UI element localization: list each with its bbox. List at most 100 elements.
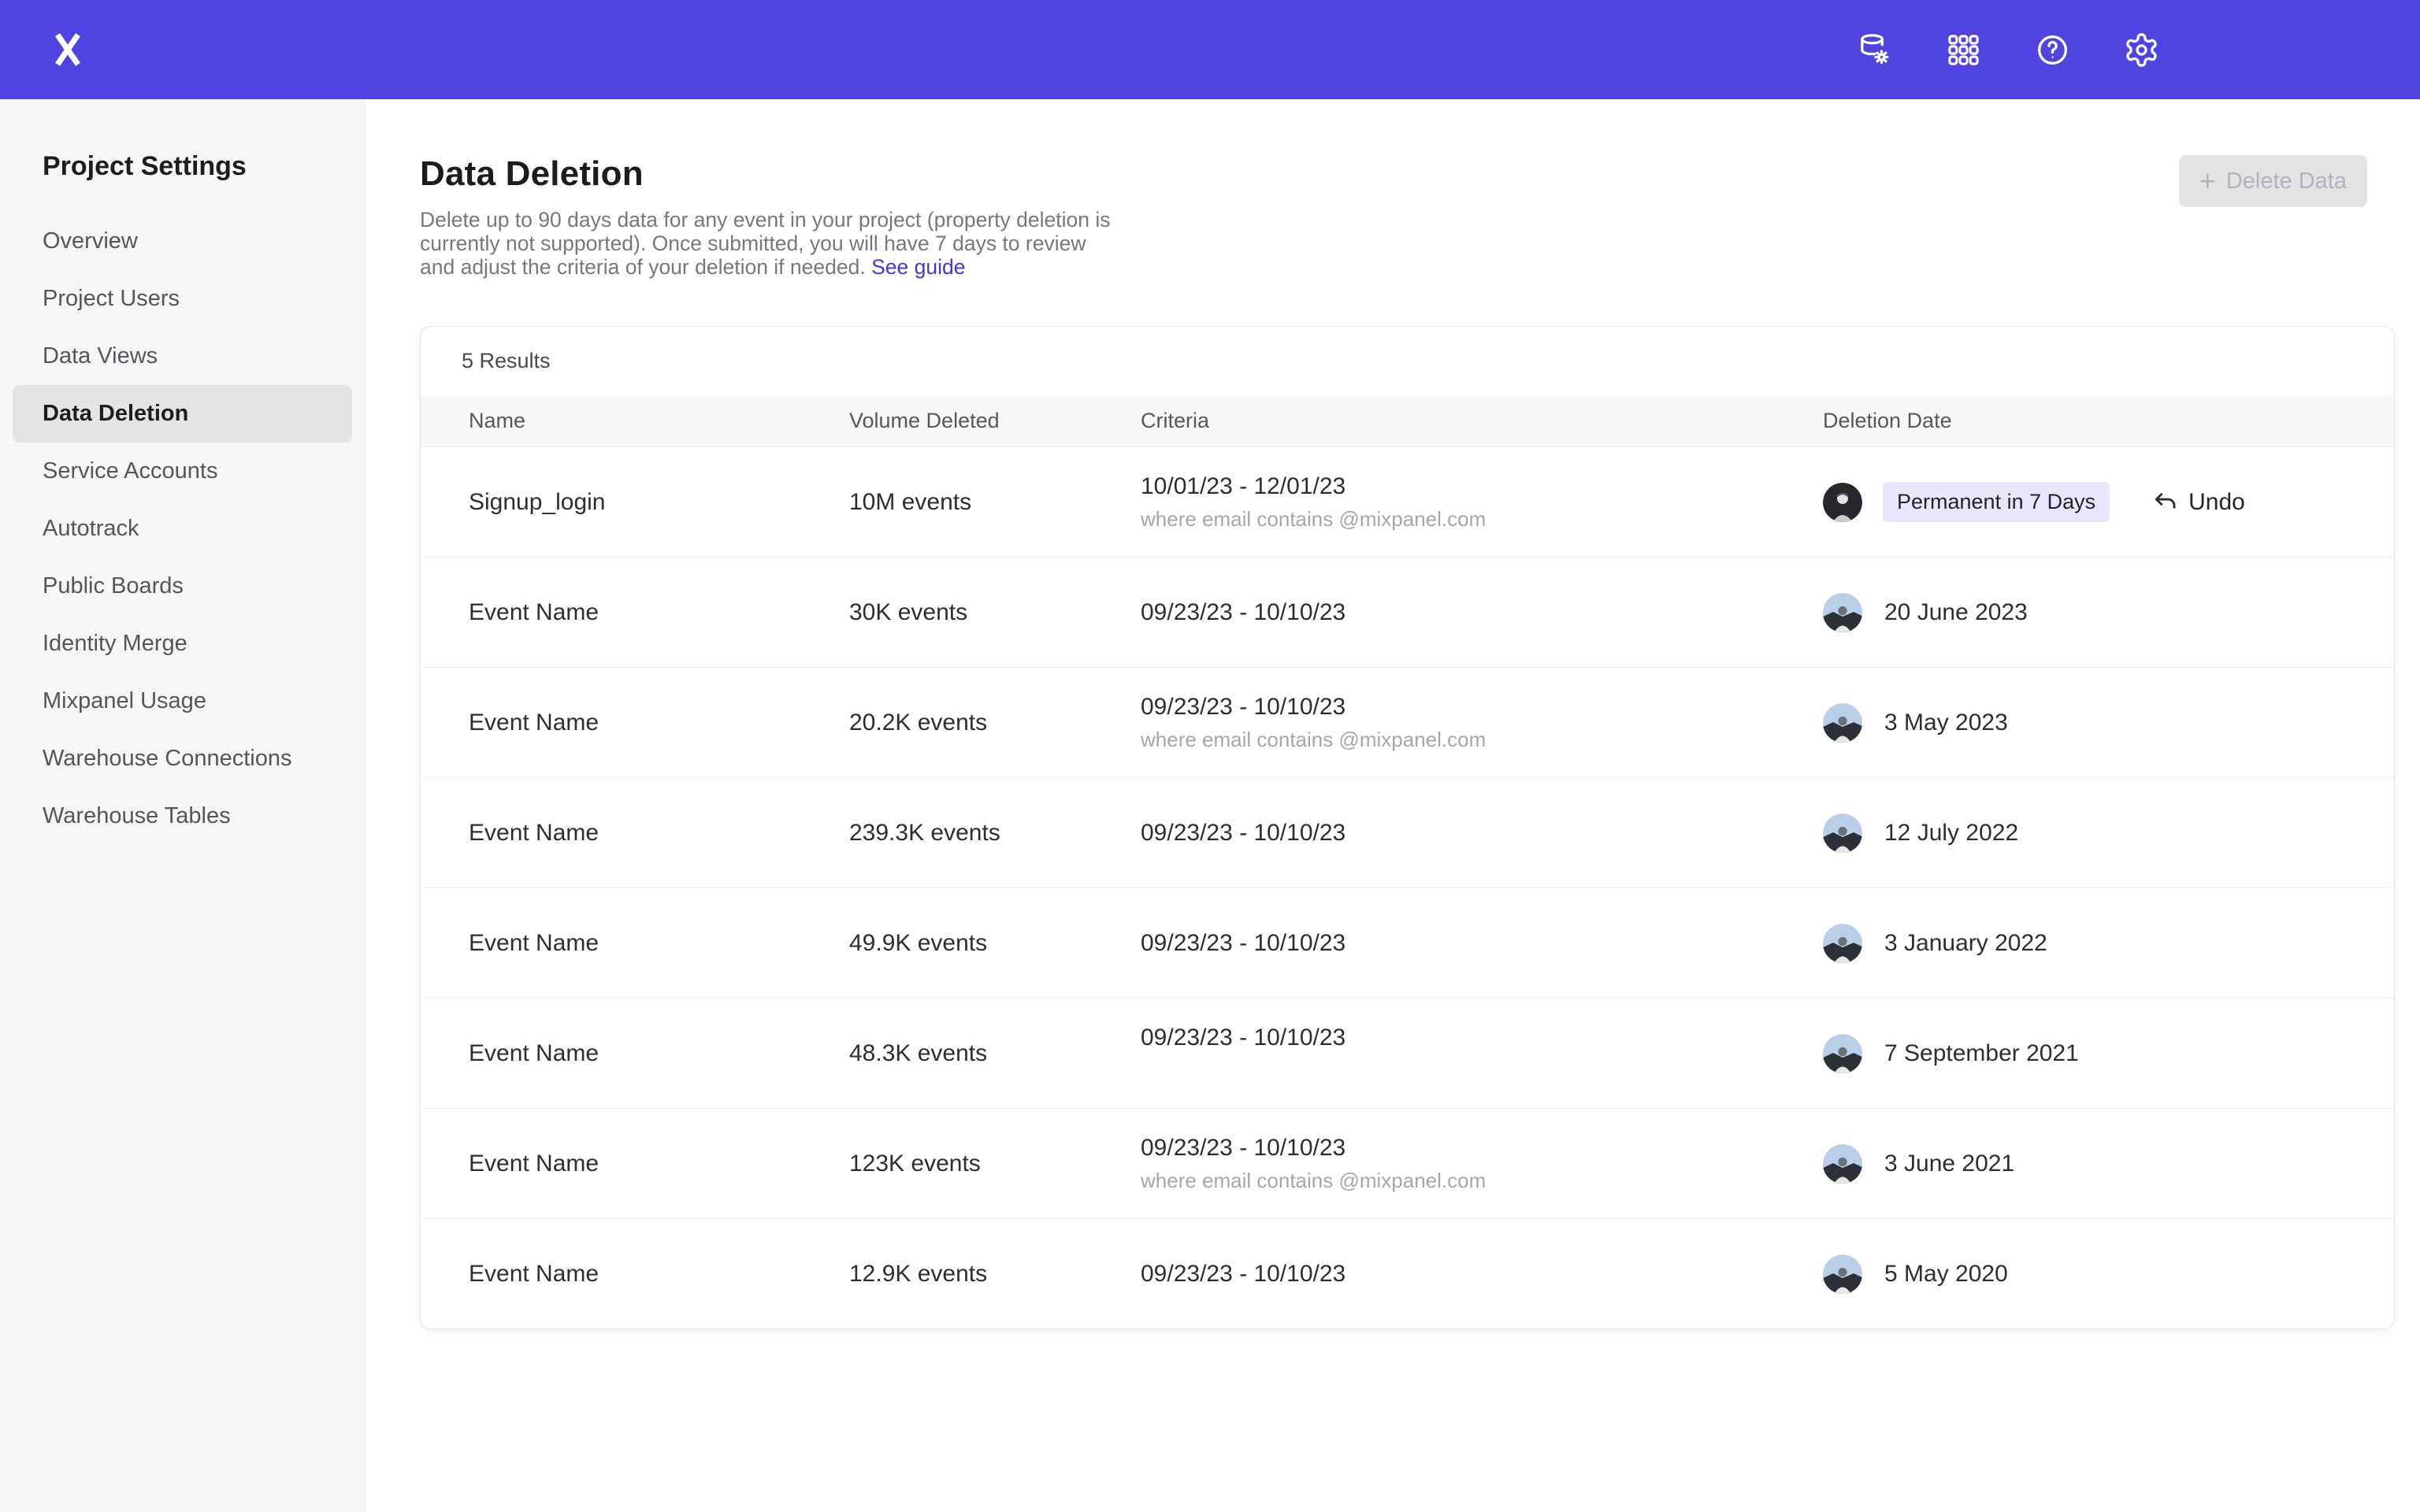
table-row: Event Name 30K events 09/23/23 - 10/10/2… bbox=[421, 557, 2394, 667]
deletion-date-cell: 7 September 2021 bbox=[1823, 1034, 2394, 1073]
table-row: Event Name 12.9K events 09/23/23 - 10/10… bbox=[421, 1218, 2394, 1329]
mixpanel-logo[interactable] bbox=[49, 29, 87, 70]
user-avatar bbox=[1823, 924, 1862, 963]
project-settings-sidebar: Project Settings Overview Project Users … bbox=[0, 99, 366, 1512]
delete-data-label: Delete Data bbox=[2226, 169, 2347, 195]
column-header-criteria: Criteria bbox=[1141, 409, 1823, 433]
criteria-date-range: 09/23/23 - 10/10/23 bbox=[1141, 820, 1823, 847]
criteria-cell: 09/23/23 - 10/10/23 bbox=[1141, 1025, 1823, 1082]
sidebar-item-data-deletion[interactable]: Data Deletion bbox=[13, 385, 352, 443]
apps-grid-icon[interactable] bbox=[1945, 32, 1982, 69]
event-name: Event Name bbox=[469, 1261, 599, 1287]
sidebar-item-label: Service Accounts bbox=[43, 458, 217, 484]
criteria-date-range: 09/23/23 - 10/10/23 bbox=[1141, 694, 1823, 721]
sidebar-item-label: Autotrack bbox=[43, 516, 139, 542]
permanence-badge: Permanent in 7 Days bbox=[1883, 482, 2110, 522]
table-row: Event Name 20.2K events 09/23/23 - 10/10… bbox=[421, 667, 2394, 777]
volume-deleted: 123K events bbox=[849, 1151, 981, 1177]
name-cell: Event Name bbox=[469, 820, 849, 847]
sidebar-item-public-boards[interactable]: Public Boards bbox=[13, 558, 352, 615]
deletion-date-text: 3 January 2022 bbox=[1884, 930, 2047, 957]
sidebar-item-label: Public Boards bbox=[43, 573, 184, 599]
sidebar-item-service-accounts[interactable]: Service Accounts bbox=[13, 443, 352, 500]
sidebar-item-label: Mixpanel Usage bbox=[43, 688, 206, 714]
user-avatar bbox=[1823, 1254, 1862, 1294]
delete-data-button[interactable]: + Delete Data bbox=[2179, 155, 2367, 207]
sidebar-item-warehouse-connections[interactable]: Warehouse Connections bbox=[13, 730, 352, 788]
user-avatar bbox=[1823, 483, 1862, 522]
deletion-date-text: 7 September 2021 bbox=[1884, 1040, 2079, 1067]
see-guide-link[interactable]: See guide bbox=[871, 255, 965, 279]
volume-cell: 123K events bbox=[849, 1151, 1141, 1177]
volume-deleted: 239.3K events bbox=[849, 820, 1000, 846]
sidebar-item-project-users[interactable]: Project Users bbox=[13, 270, 352, 328]
event-name: Event Name bbox=[469, 820, 599, 846]
volume-deleted: 30K events bbox=[849, 599, 967, 625]
column-header-volume: Volume Deleted bbox=[849, 409, 1141, 433]
sidebar-heading: Project Settings bbox=[43, 150, 365, 183]
criteria-cell: 09/23/23 - 10/10/23 bbox=[1141, 599, 1823, 626]
deletion-date-cell: Permanent in 7 Days Undo bbox=[1823, 482, 2394, 522]
deletion-date-text: 20 June 2023 bbox=[1884, 599, 2028, 626]
criteria-subtext bbox=[1141, 1058, 1823, 1082]
undo-button[interactable]: Undo bbox=[2152, 489, 2245, 516]
criteria-cell: 09/23/23 - 10/10/23 where email contains… bbox=[1141, 694, 1823, 752]
topbar-icon-group bbox=[1856, 32, 2420, 69]
volume-deleted: 48.3K events bbox=[849, 1040, 987, 1066]
table-row: Event Name 48.3K events 09/23/23 - 10/10… bbox=[421, 998, 2394, 1108]
sidebar-item-label: Data Deletion bbox=[43, 401, 188, 427]
sidebar-item-overview[interactable]: Overview bbox=[13, 213, 352, 270]
top-navigation-bar bbox=[0, 0, 2420, 99]
sidebar-item-warehouse-tables[interactable]: Warehouse Tables bbox=[13, 788, 352, 845]
plus-icon: + bbox=[2199, 167, 2216, 195]
volume-deleted: 20.2K events bbox=[849, 710, 987, 736]
description-text: Delete up to 90 days data for any event … bbox=[420, 208, 1110, 279]
criteria-cell: 09/23/23 - 10/10/23 bbox=[1141, 1261, 1823, 1288]
deletion-date-text: 3 May 2023 bbox=[1884, 710, 2008, 736]
table-row: Signup_login 10M events 10/01/23 - 12/01… bbox=[421, 447, 2394, 557]
user-avatar bbox=[1823, 1144, 1862, 1184]
criteria-subtext: where email contains @mixpanel.com bbox=[1141, 507, 1823, 532]
table-body: Signup_login 10M events 10/01/23 - 12/01… bbox=[421, 447, 2394, 1329]
deletion-date-cell: 5 May 2020 bbox=[1823, 1254, 2394, 1294]
event-name: Event Name bbox=[469, 1151, 599, 1177]
deletion-table-card: 5 Results Name Volume Deleted Criteria D… bbox=[420, 326, 2395, 1329]
sidebar-item-label: Identity Merge bbox=[43, 631, 187, 657]
name-cell: Signup_login bbox=[469, 489, 849, 516]
criteria-cell: 09/23/23 - 10/10/23 bbox=[1141, 820, 1823, 847]
sidebar-item-autotrack[interactable]: Autotrack bbox=[13, 500, 352, 558]
user-avatar bbox=[1823, 1034, 1862, 1073]
name-cell: Event Name bbox=[469, 710, 849, 736]
table-row: Event Name 49.9K events 09/23/23 - 10/10… bbox=[421, 888, 2394, 998]
sidebar-item-label: Overview bbox=[43, 228, 138, 254]
column-header-deletion-date: Deletion Date bbox=[1823, 409, 2394, 433]
page-description: Delete up to 90 days data for any event … bbox=[420, 208, 1113, 279]
sidebar-item-data-views[interactable]: Data Views bbox=[13, 328, 352, 385]
volume-deleted: 12.9K events bbox=[849, 1261, 987, 1287]
user-avatar bbox=[1823, 593, 1862, 632]
name-cell: Event Name bbox=[469, 1040, 849, 1067]
main-content: Data Deletion Delete up to 90 days data … bbox=[366, 99, 2420, 1512]
criteria-cell: 09/23/23 - 10/10/23 where email contains… bbox=[1141, 1135, 1823, 1193]
criteria-subtext: where email contains @mixpanel.com bbox=[1141, 1169, 1823, 1193]
name-cell: Event Name bbox=[469, 930, 849, 957]
page-title: Data Deletion bbox=[420, 154, 2420, 194]
volume-cell: 20.2K events bbox=[849, 710, 1141, 736]
sidebar-item-mixpanel-usage[interactable]: Mixpanel Usage bbox=[13, 673, 352, 730]
sidebar-item-identity-merge[interactable]: Identity Merge bbox=[13, 615, 352, 673]
criteria-date-range: 09/23/23 - 10/10/23 bbox=[1141, 1261, 1823, 1288]
event-name: Event Name bbox=[469, 599, 599, 625]
settings-gear-icon[interactable] bbox=[2123, 32, 2160, 69]
volume-deleted: 49.9K events bbox=[849, 930, 987, 956]
criteria-date-range: 09/23/23 - 10/10/23 bbox=[1141, 1025, 1823, 1051]
volume-cell: 10M events bbox=[849, 489, 1141, 516]
data-management-icon[interactable] bbox=[1856, 32, 1893, 69]
deletion-date-text: 12 July 2022 bbox=[1884, 820, 2018, 847]
deletion-date-text: 5 May 2020 bbox=[1884, 1261, 2008, 1288]
help-icon[interactable] bbox=[2034, 32, 2071, 69]
sidebar-item-label: Warehouse Tables bbox=[43, 803, 231, 829]
column-header-name: Name bbox=[469, 409, 849, 433]
deletion-date-cell: 3 June 2021 bbox=[1823, 1144, 2394, 1184]
undo-label: Undo bbox=[2188, 489, 2245, 516]
criteria-date-range: 09/23/23 - 10/10/23 bbox=[1141, 599, 1823, 626]
